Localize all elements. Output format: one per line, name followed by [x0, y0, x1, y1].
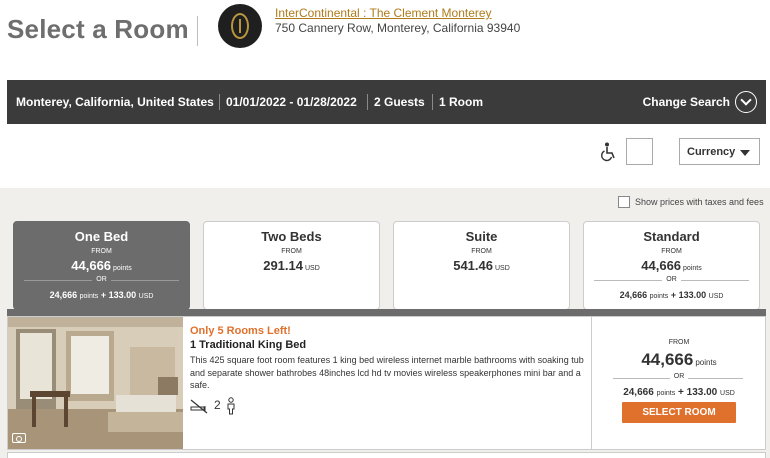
header-divider	[197, 16, 198, 46]
room-photo[interactable]	[8, 317, 183, 449]
chevron-down-icon[interactable]	[735, 91, 757, 113]
accessible-rooms-checkbox[interactable]	[626, 138, 653, 165]
tab-price: 44,666 points	[71, 258, 132, 273]
tab-or-label: OR	[584, 276, 759, 283]
change-search-button[interactable]: Change Search	[643, 95, 730, 109]
tab-from-label: FROM	[91, 248, 112, 255]
search-separator	[219, 94, 220, 110]
room-price: 44,666 points	[641, 350, 717, 369]
currency-label: Currency	[687, 146, 736, 158]
guest-count: 2	[214, 398, 221, 412]
tab-suite[interactable]: Suite FROM 541.46 USD	[393, 221, 570, 310]
search-separator	[367, 94, 368, 110]
search-guests: 2 Guests	[374, 95, 425, 109]
show-taxes-label: Show prices with taxes and fees	[635, 197, 764, 207]
search-separator	[432, 94, 433, 110]
page-title: Select a Room	[7, 14, 189, 44]
next-room-card	[7, 452, 766, 458]
tab-name: One Bed	[74, 229, 129, 244]
tab-price: 44,666 points	[641, 258, 702, 273]
room-title: 1 Traditional King Bed	[190, 339, 307, 351]
person-icon	[227, 397, 235, 415]
price-from-label: FROM	[668, 339, 690, 346]
currency-dropdown[interactable]: Currency	[679, 138, 760, 165]
room-photo-image	[8, 317, 183, 449]
no-smoking-icon	[190, 399, 208, 414]
tab-two-beds[interactable]: Two Beds FROM 291.14 USD	[203, 221, 380, 310]
tab-from-label: FROM	[471, 248, 492, 255]
room-card: Only 5 Rooms Left! 1 Traditional King Be…	[7, 316, 766, 450]
tab-one-bed[interactable]: One Bed FROM 44,666 points OR 24,666 poin…	[13, 221, 190, 310]
search-rooms: 1 Room	[439, 95, 484, 109]
tab-combo-price: 24,666 points + 133.00 USD	[49, 290, 154, 300]
logo-bar	[239, 19, 241, 33]
tab-standard[interactable]: Standard FROM 44,666 points OR 24,666 poi…	[583, 221, 760, 310]
tab-from-label: FROM	[281, 248, 302, 255]
tab-name: Standard	[643, 229, 700, 244]
hotel-name-link[interactable]: InterContinental : The Clement Monterey	[275, 6, 492, 20]
availability-badge: Only 5 Rooms Left!	[190, 325, 291, 337]
select-room-button[interactable]: SELECT ROOM	[622, 402, 736, 423]
room-description: This 425 square foot room features 1 kin…	[190, 355, 584, 390]
search-summary-bar: Monterey, California, United States 01/0…	[7, 80, 766, 124]
hotel-address: 750 Cannery Row, Monterey, California 93…	[275, 21, 521, 35]
tab-or-label: OR	[14, 276, 189, 283]
tab-price: 291.14 USD	[263, 258, 320, 273]
tab-name: Suite	[465, 229, 498, 244]
intercontinental-logo-icon	[218, 4, 262, 48]
camera-icon[interactable]	[12, 433, 26, 443]
tab-from-label: FROM	[661, 248, 682, 255]
caret-down-icon	[740, 150, 750, 156]
wheelchair-icon	[601, 142, 615, 162]
page-header: Select a Room InterContinental : The Cle…	[0, 0, 770, 80]
price-or-label: OR	[592, 373, 766, 380]
search-location: Monterey, California, United States	[16, 95, 214, 109]
show-taxes-checkbox[interactable]	[618, 196, 630, 208]
room-combo-price: 24,666 points + 133.00 USD	[623, 387, 735, 398]
tab-price: 541.46 USD	[453, 258, 510, 273]
card-divider	[591, 317, 592, 449]
search-dates: 01/01/2022 - 01/28/2022	[226, 95, 357, 109]
tab-combo-price: 24,666 points + 133.00 USD	[619, 290, 724, 300]
tab-name: Two Beds	[261, 229, 322, 244]
